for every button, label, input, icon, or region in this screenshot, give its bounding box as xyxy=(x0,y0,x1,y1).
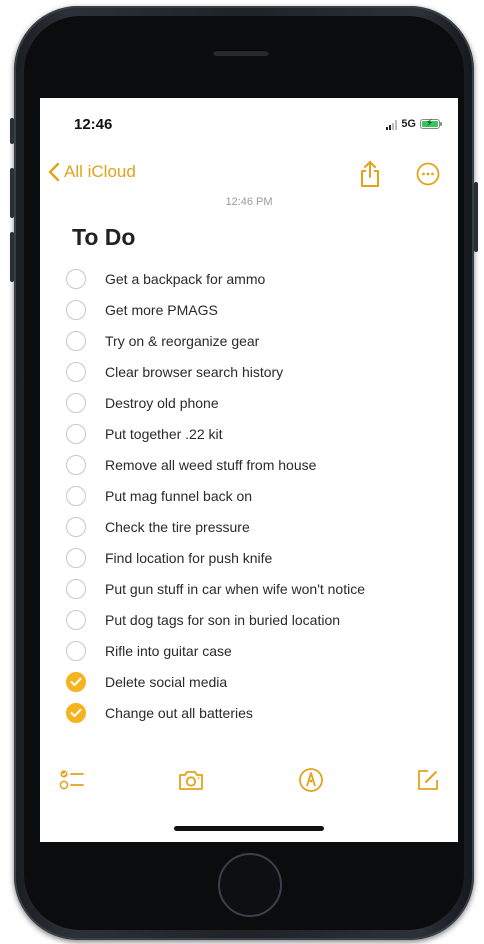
markup-pen-icon[interactable] xyxy=(297,766,325,794)
unchecked-circle-icon[interactable] xyxy=(66,330,86,351)
checklist-item-text: Put mag funnel back on xyxy=(105,487,253,504)
note-title[interactable]: To Do xyxy=(72,224,135,251)
unchecked-circle-icon[interactable] xyxy=(66,423,86,444)
checklist-item[interactable]: Get more PMAGS xyxy=(66,294,446,325)
checklist-item[interactable]: Put together .22 kit xyxy=(66,418,446,449)
checklist-item-text: Get more PMAGS xyxy=(105,301,218,318)
notes-screen: 12:46 5G ⚡ All iCloud 12:46 PM To Do Get… xyxy=(40,98,458,842)
checklist-item-text: Put gun stuff in car when wife won't not… xyxy=(105,580,366,597)
ellipsis-circle-icon[interactable] xyxy=(416,162,440,186)
unchecked-circle-icon[interactable] xyxy=(66,299,86,320)
unchecked-circle-icon[interactable] xyxy=(66,609,86,630)
chevron-left-icon xyxy=(48,162,60,182)
note-timestamp: 12:46 PM xyxy=(225,196,273,208)
charging-bolt-icon: ⚡ xyxy=(426,118,434,129)
checklist-item[interactable]: Change out all batteries xyxy=(66,697,446,728)
checked-circle-icon[interactable] xyxy=(66,671,86,692)
checklist-icon[interactable] xyxy=(58,766,86,794)
checklist-item[interactable]: Get a backpack for ammo xyxy=(66,263,446,294)
power-button xyxy=(474,182,478,252)
checklist-item-text: Change out all batteries xyxy=(105,704,253,721)
compose-icon[interactable] xyxy=(414,766,442,794)
volume-up-button xyxy=(10,168,14,218)
unchecked-circle-icon[interactable] xyxy=(66,640,86,661)
home-button[interactable] xyxy=(218,853,282,917)
back-button[interactable]: All iCloud xyxy=(48,162,136,182)
checklist-item-text: Find location for push knife xyxy=(105,549,273,566)
unchecked-circle-icon[interactable] xyxy=(66,578,86,599)
checklist-item[interactable]: Put mag funnel back on xyxy=(66,480,446,511)
unchecked-circle-icon[interactable] xyxy=(66,268,86,289)
unchecked-circle-icon[interactable] xyxy=(66,516,86,537)
unchecked-circle-icon[interactable] xyxy=(66,485,86,506)
unchecked-circle-icon[interactable] xyxy=(66,454,86,475)
checklist-item-text: Clear browser search history xyxy=(105,363,284,380)
checklist-item-text: Put together .22 kit xyxy=(105,425,223,442)
checklist-item[interactable]: Check the tire pressure xyxy=(66,511,446,542)
nav-bar: All iCloud xyxy=(40,158,458,192)
checklist-item-text: Destroy old phone xyxy=(105,394,219,411)
checklist-item-text: Remove all weed stuff from house xyxy=(105,456,317,473)
checklist-item[interactable]: Find location for push knife xyxy=(66,542,446,573)
bottom-toolbar xyxy=(40,758,458,802)
share-icon[interactable] xyxy=(358,160,382,188)
checklist-item[interactable]: Clear browser search history xyxy=(66,356,446,387)
checklist-item[interactable]: Delete social media xyxy=(66,666,446,697)
network-type: 5G xyxy=(401,118,416,130)
earpiece-speaker xyxy=(213,50,269,56)
battery-icon: ⚡ xyxy=(420,118,442,129)
checked-circle-icon[interactable] xyxy=(66,702,86,723)
status-time: 12:46 xyxy=(74,116,113,133)
unchecked-circle-icon[interactable] xyxy=(66,361,86,382)
checklist: Get a backpack for ammo Get more PMAGS Try… xyxy=(66,263,446,728)
checklist-item[interactable]: Put gun stuff in car when wife won't not… xyxy=(66,573,446,604)
checklist-item-text: Check the tire pressure xyxy=(105,518,250,535)
checklist-item[interactable]: Try on & reorganize gear xyxy=(66,325,446,356)
checklist-item-text: Rifle into guitar case xyxy=(105,642,232,659)
unchecked-circle-icon[interactable] xyxy=(66,392,86,413)
unchecked-circle-icon[interactable] xyxy=(66,547,86,568)
checklist-item[interactable]: Remove all weed stuff from house xyxy=(66,449,446,480)
checklist-item-text: Get a backpack for ammo xyxy=(105,270,266,287)
status-indicators: 5G ⚡ xyxy=(386,118,442,130)
checklist-item-text: Try on & reorganize gear xyxy=(105,332,260,349)
checklist-item-text: Put dog tags for son in buried location xyxy=(105,611,341,628)
camera-icon[interactable] xyxy=(177,766,205,794)
checklist-item-text: Delete social media xyxy=(105,673,228,690)
cellular-signal-icon xyxy=(386,119,398,130)
status-bar: 12:46 5G ⚡ xyxy=(40,98,458,146)
mute-switch xyxy=(10,118,14,144)
back-label: All iCloud xyxy=(64,162,136,181)
checklist-item[interactable]: Destroy old phone xyxy=(66,387,446,418)
checklist-item[interactable]: Put dog tags for son in buried location xyxy=(66,604,446,635)
home-indicator[interactable] xyxy=(174,826,324,831)
volume-down-button xyxy=(10,232,14,282)
checklist-item[interactable]: Rifle into guitar case xyxy=(66,635,446,666)
